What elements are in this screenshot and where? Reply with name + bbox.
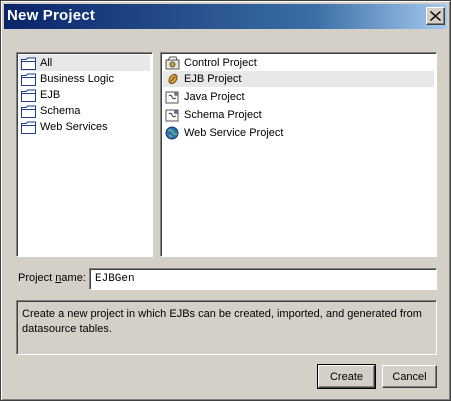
project-description: Create a new project in which EJBs can b… <box>16 300 437 355</box>
category-label: Business Logic <box>40 73 114 85</box>
java-project-icon <box>165 90 181 104</box>
project-type-control[interactable]: Control Project <box>163 55 434 71</box>
schema-project-icon <box>165 108 181 122</box>
ejb-project-icon <box>165 72 181 86</box>
project-type-list[interactable]: Control Project EJB Project Java Project… <box>160 52 437 257</box>
project-type-label: Java Project <box>184 91 245 103</box>
control-project-icon <box>165 56 181 70</box>
web-service-project-icon <box>165 126 181 140</box>
new-project-dialog: New Project All Business Logic EJB Schem… <box>0 0 451 401</box>
folder-icon <box>21 120 37 134</box>
category-item-web-services[interactable]: Web Services <box>19 119 150 135</box>
project-type-label: EJB Project <box>184 73 242 85</box>
category-label: All <box>40 57 53 69</box>
project-type-label: Web Service Project <box>184 127 284 139</box>
create-button[interactable]: Create <box>317 364 376 389</box>
project-name-label-suffix: ame: <box>61 272 86 284</box>
category-label: Schema <box>40 105 81 117</box>
category-item-ejb[interactable]: EJB <box>19 87 150 103</box>
project-name-label: Project name: <box>18 272 86 284</box>
project-type-schema[interactable]: Schema Project <box>163 107 434 123</box>
close-icon <box>430 11 441 21</box>
project-type-label: Control Project <box>184 57 257 69</box>
folder-icon <box>21 88 37 102</box>
project-name-input[interactable] <box>89 268 437 290</box>
category-label: Web Services <box>40 121 108 133</box>
category-label: EJB <box>40 89 61 101</box>
project-type-java[interactable]: Java Project <box>163 89 434 105</box>
cancel-button[interactable]: Cancel <box>382 365 437 388</box>
folder-icon <box>21 56 37 70</box>
close-button[interactable] <box>426 7 445 25</box>
project-type-label: Schema Project <box>184 109 262 121</box>
dialog-title: New Project <box>7 7 96 24</box>
folder-icon <box>21 104 37 118</box>
category-item-business-logic[interactable]: Business Logic <box>19 71 150 87</box>
category-item-all[interactable]: All <box>19 55 150 71</box>
category-list[interactable]: All Business Logic EJB Schema Web Servic… <box>16 52 153 257</box>
category-item-schema[interactable]: Schema <box>19 103 150 119</box>
project-name-label-prefix: Project <box>18 272 56 284</box>
title-bar[interactable]: New Project <box>4 4 447 29</box>
project-type-web-service[interactable]: Web Service Project <box>163 125 434 141</box>
folder-icon <box>21 72 37 86</box>
project-type-ejb[interactable]: EJB Project <box>163 71 434 87</box>
